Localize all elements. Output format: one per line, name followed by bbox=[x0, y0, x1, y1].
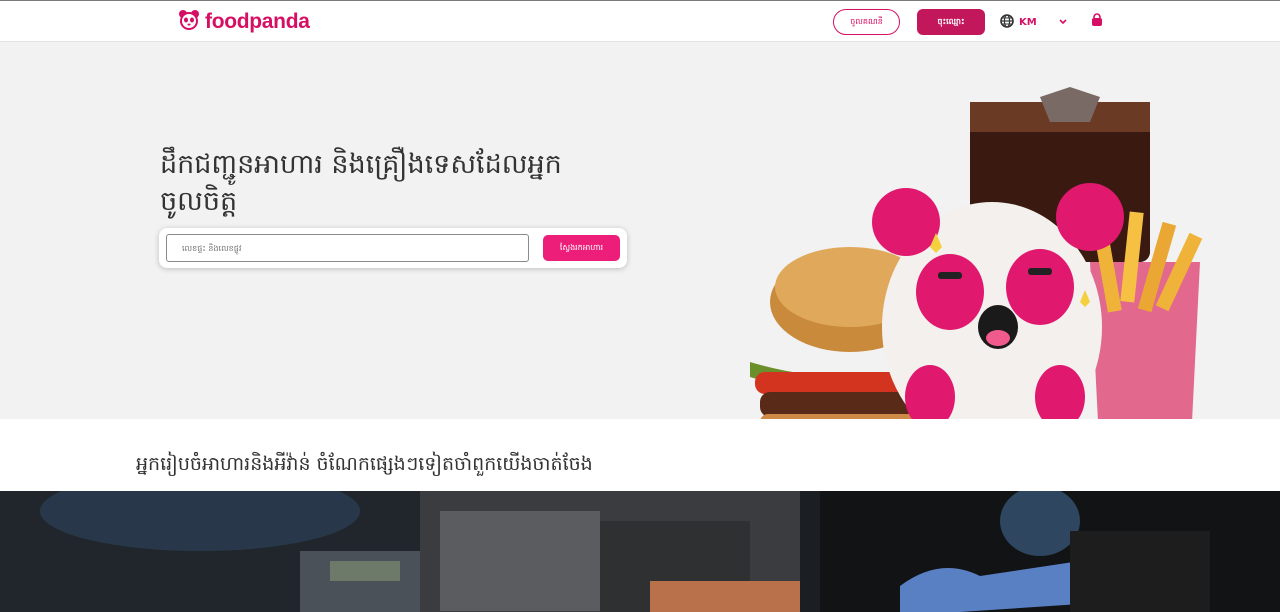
login-button[interactable]: ចូលគណនី bbox=[833, 9, 900, 35]
address-input[interactable] bbox=[166, 234, 529, 262]
language-code: KM bbox=[1019, 16, 1037, 28]
top-header: foodpanda ចូលគណនី ចុះឈ្មោះ KM bbox=[0, 0, 1280, 42]
hero-banner: ដឹកជញ្ជូនអាហារ និងគ្រឿងទេសដែលអ្នកចូលចិត្… bbox=[0, 42, 1280, 419]
signup-button[interactable]: ចុះឈ្មោះ bbox=[917, 9, 985, 35]
brand-name: foodpanda bbox=[205, 10, 310, 33]
find-food-button[interactable]: ស្វែងរកអាហារ bbox=[543, 235, 620, 261]
panda-logo-icon bbox=[178, 9, 200, 35]
section-heading: អ្នករៀបចំអាហារនិងអីវ៉ាន់ ចំណែកផ្សេងៗទៀតច… bbox=[136, 453, 593, 475]
hero-title: ដឹកជញ្ជូនអាហារ និងគ្រឿងទេសដែលអ្នកចូលចិត្… bbox=[160, 149, 562, 217]
brand-logo[interactable]: foodpanda bbox=[178, 9, 310, 35]
chevron-down-icon[interactable] bbox=[1058, 14, 1068, 33]
language-selector[interactable]: KM bbox=[1000, 13, 1037, 31]
shopping-bag-icon[interactable] bbox=[1090, 13, 1104, 33]
globe-icon bbox=[1000, 13, 1014, 32]
hero-illustration bbox=[750, 87, 1203, 419]
kitchen-photo bbox=[0, 491, 1280, 612]
search-card: ស្វែងរកអាហារ bbox=[159, 228, 627, 268]
